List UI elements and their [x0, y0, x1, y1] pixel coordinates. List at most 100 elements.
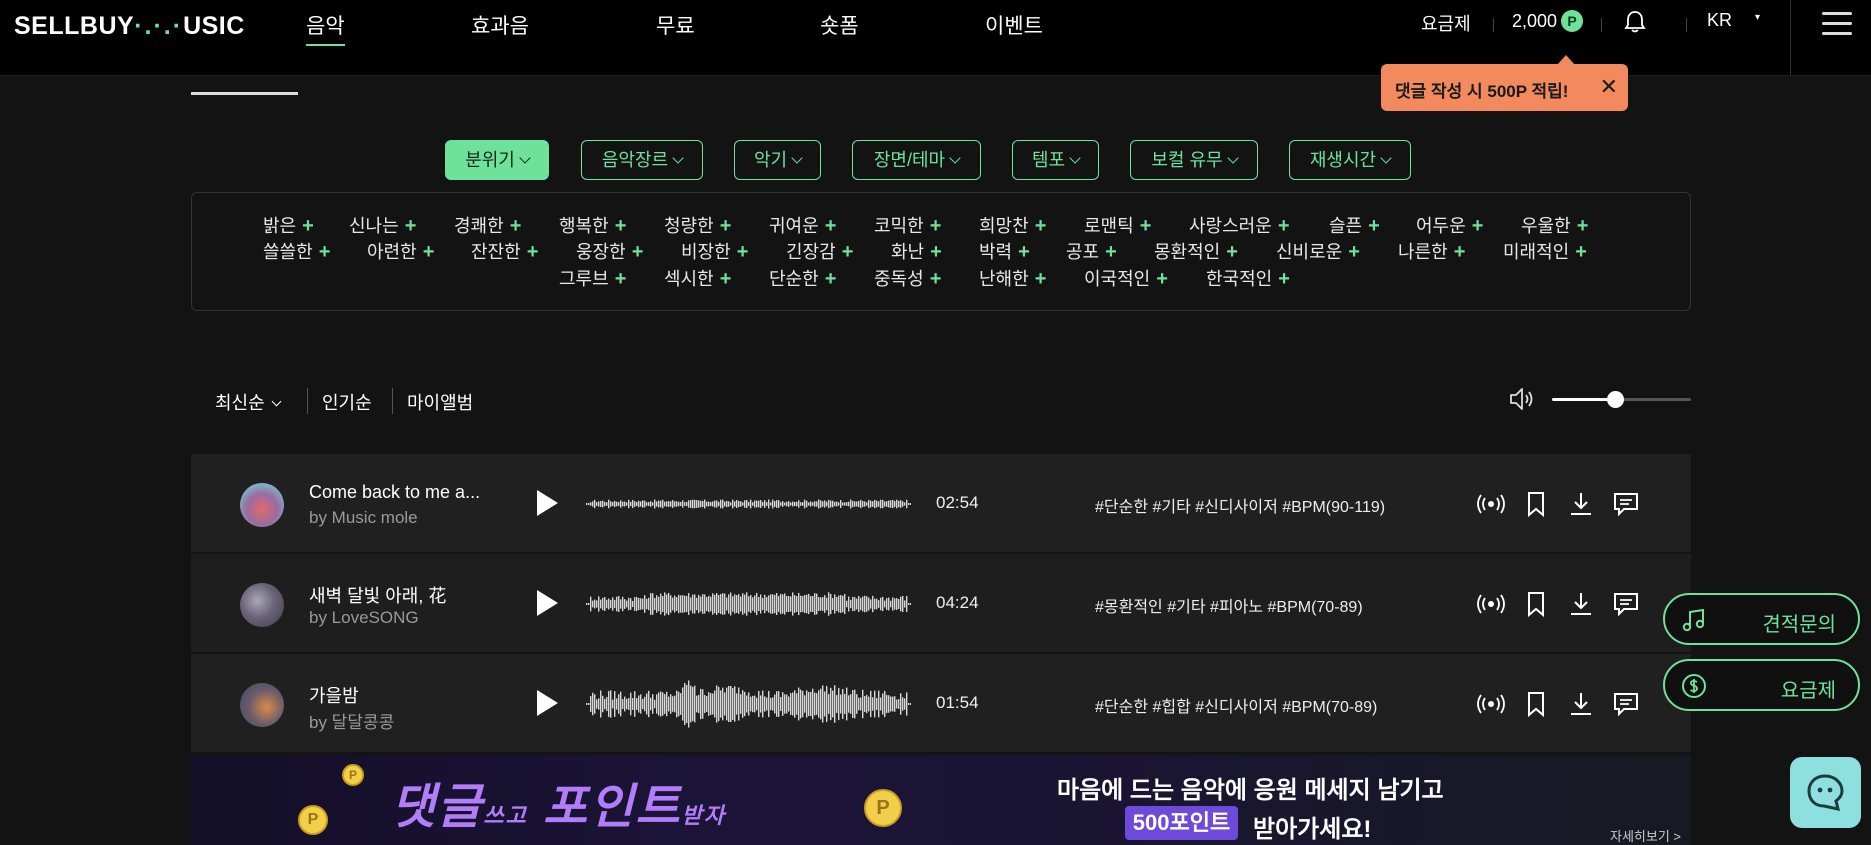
track-row[interactable]: 새벽 달빛 아래, 花 by LoveSONG 04:24 #몽환적인 #기타 …	[191, 554, 1691, 653]
track-tags[interactable]: #단순한 #힙합 #신디사이저 #BPM(70-89)	[1095, 693, 1377, 717]
mood-tag[interactable]: 비장한 +	[681, 238, 748, 264]
mood-tag[interactable]: 미래적인 +	[1503, 238, 1587, 264]
points-display[interactable]: 2,000 P	[1512, 10, 1584, 32]
mood-tag[interactable]: 코믹한 +	[874, 212, 941, 238]
track-title[interactable]: Come back to me a...	[309, 482, 480, 503]
mood-tag[interactable]: 난해한 +	[979, 265, 1046, 291]
mood-tag[interactable]: 행복한 +	[559, 212, 626, 238]
bookmark-icon[interactable]	[1521, 589, 1551, 619]
mood-tag[interactable]: 신나는 +	[349, 212, 416, 238]
waveform[interactable]	[586, 474, 911, 534]
mood-tag[interactable]: 어두운 +	[1416, 212, 1483, 238]
filter-instrument[interactable]: 악기	[734, 140, 821, 180]
nav-music[interactable]: 음악	[306, 10, 345, 46]
download-icon[interactable]	[1566, 689, 1596, 719]
comment-icon[interactable]	[1611, 689, 1641, 719]
play-icon[interactable]	[537, 590, 558, 616]
language-selector[interactable]: KR ▾	[1707, 10, 1760, 31]
mood-tag[interactable]: 단순한 +	[769, 265, 836, 291]
waveform-bar	[844, 693, 846, 715]
mood-tag[interactable]: 아련한 +	[367, 238, 434, 264]
pricing-side-button[interactable]: 요금제	[1663, 659, 1860, 711]
mood-tag[interactable]: 그루브 +	[559, 265, 626, 291]
mood-tag[interactable]: 잔잔한 +	[471, 238, 538, 264]
mood-tag[interactable]: 희망찬 +	[979, 212, 1046, 238]
mood-tag[interactable]: 웅장한 +	[576, 238, 643, 264]
mood-tag[interactable]: 섹시한 +	[664, 265, 731, 291]
mood-tag[interactable]: 슬픈 +	[1329, 212, 1380, 238]
mood-tag[interactable]: 박력 +	[979, 238, 1030, 264]
mood-tag[interactable]: 로맨틱 +	[1084, 212, 1151, 238]
play-icon[interactable]	[537, 490, 558, 516]
volume-slider-knob[interactable]	[1606, 391, 1624, 408]
mood-tag[interactable]: 신비로운 +	[1276, 238, 1360, 264]
play-icon[interactable]	[537, 690, 558, 716]
chat-bot-button[interactable]	[1790, 757, 1861, 828]
waveform-bar	[886, 598, 888, 610]
track-title[interactable]: 새벽 달빛 아래, 花	[309, 582, 446, 608]
waveform-bar	[848, 501, 850, 507]
track-artist[interactable]: by 달달콩콩	[309, 708, 394, 733]
bell-icon[interactable]	[1624, 10, 1646, 34]
close-icon[interactable]: ✕	[1600, 74, 1618, 100]
broadcast-icon[interactable]	[1476, 489, 1506, 519]
nav-free[interactable]: 무료	[656, 10, 695, 40]
download-icon[interactable]	[1566, 589, 1596, 619]
mood-tag[interactable]: 경쾌한 +	[454, 212, 521, 238]
track-title[interactable]: 가을밤	[309, 682, 359, 708]
mood-tag[interactable]: 밝은 +	[263, 212, 314, 238]
my-album[interactable]: 마이앨범	[407, 389, 473, 415]
mood-tag[interactable]: 이국적인 +	[1084, 265, 1168, 291]
mood-tag[interactable]: 긴장감 +	[786, 238, 853, 264]
volume-icon[interactable]	[1508, 386, 1536, 412]
bookmark-icon[interactable]	[1521, 689, 1551, 719]
mood-tag[interactable]: 우울한 +	[1521, 212, 1588, 238]
filter-mood[interactable]: 분위기	[445, 140, 549, 180]
waveform[interactable]	[586, 574, 911, 634]
filter-duration[interactable]: 재생시간	[1289, 140, 1411, 180]
track-row[interactable]: 가을밤 by 달달콩콩 01:54 #단순한 #힙합 #신디사이저 #BPM(7…	[191, 654, 1691, 753]
track-tags[interactable]: #단순한 #기타 #신디사이저 #BPM(90-119)	[1095, 493, 1385, 517]
track-row[interactable]: Come back to me a... by Music mole 02:54…	[191, 454, 1691, 553]
track-artist[interactable]: by LoveSONG	[309, 608, 419, 628]
mood-tag[interactable]: 공포 +	[1066, 238, 1117, 264]
waveform[interactable]	[586, 674, 911, 734]
waveform-bar	[704, 594, 706, 614]
nav-event[interactable]: 이벤트	[985, 10, 1043, 40]
mood-tag[interactable]: 나른한 +	[1398, 238, 1465, 264]
quote-inquiry-button[interactable]: 견적문의	[1663, 593, 1860, 645]
pricing-link[interactable]: 요금제	[1421, 10, 1471, 36]
mood-tag[interactable]: 사랑스러운 +	[1189, 212, 1290, 238]
mood-tag[interactable]: 청량한 +	[664, 212, 731, 238]
comment-icon[interactable]	[1611, 589, 1641, 619]
mood-tag[interactable]: 중독성 +	[874, 265, 941, 291]
volume-slider[interactable]	[1552, 391, 1691, 408]
nav-shortform[interactable]: 숏폼	[820, 10, 859, 40]
waveform-bar	[778, 595, 780, 613]
track-tags[interactable]: #몽환적인 #기타 #피아노 #BPM(70-89)	[1095, 593, 1363, 617]
filter-scene-theme[interactable]: 장면/테마	[852, 140, 981, 180]
sort-popular[interactable]: 인기순	[322, 389, 372, 415]
waveform-bar	[880, 499, 882, 509]
nav-sound-effects[interactable]: 효과음	[471, 10, 529, 40]
logo[interactable]: SELLBUY·.·.·USIC	[14, 12, 245, 41]
comment-icon[interactable]	[1611, 489, 1641, 519]
filter-genre[interactable]: 음악장르	[581, 140, 703, 180]
comment-points-banner[interactable]: P P P 댓글쓰고 포인트받자 마음에 드는 음악에 응원 메세지 남기고 5…	[191, 755, 1691, 845]
waveform-bar	[868, 597, 870, 611]
filter-vocal[interactable]: 보컬 유무	[1130, 140, 1258, 180]
broadcast-icon[interactable]	[1476, 689, 1506, 719]
banner-more-link[interactable]: 자세히보기 >	[1610, 826, 1681, 845]
sort-latest[interactable]: 최신순	[215, 389, 282, 415]
broadcast-icon[interactable]	[1476, 589, 1506, 619]
mood-tag[interactable]: 쓸쓸한 +	[263, 238, 330, 264]
track-artist[interactable]: by Music mole	[309, 508, 418, 528]
filter-tempo[interactable]: 템포	[1012, 140, 1099, 180]
bookmark-icon[interactable]	[1521, 489, 1551, 519]
hamburger-menu-icon[interactable]	[1822, 12, 1852, 42]
mood-tag[interactable]: 귀여운 +	[769, 212, 836, 238]
mood-tag[interactable]: 화난 +	[891, 238, 942, 264]
download-icon[interactable]	[1566, 489, 1596, 519]
mood-tag[interactable]: 몽환적인 +	[1154, 238, 1238, 264]
mood-tag[interactable]: 한국적인 +	[1206, 265, 1290, 291]
